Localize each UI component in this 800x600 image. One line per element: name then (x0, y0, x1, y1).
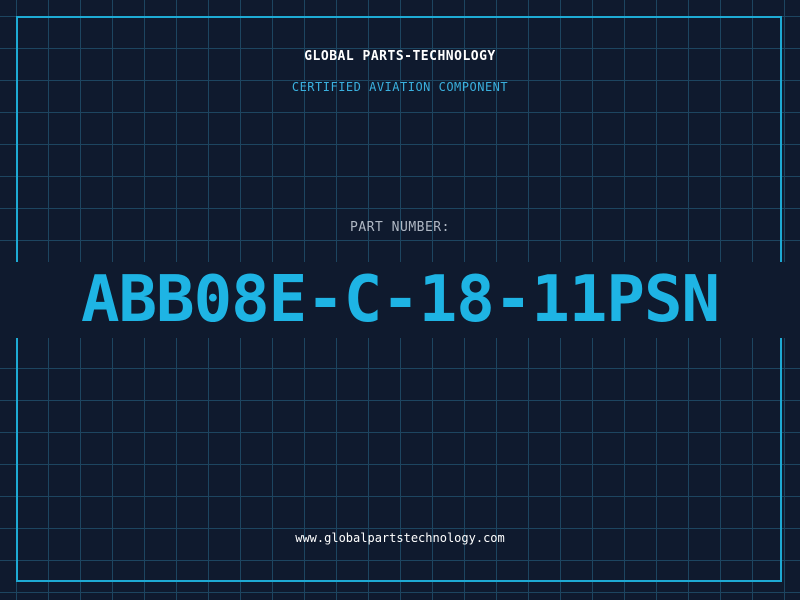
website-url: www.globalpartstechnology.com (295, 531, 505, 545)
certification-subtitle: CERTIFIED AVIATION COMPONENT (291, 80, 509, 94)
part-card: GLOBAL PARTS-TECHNOLOGY CERTIFIED AVIATI… (0, 0, 800, 600)
company-name: GLOBAL PARTS-TECHNOLOGY (304, 49, 496, 64)
part-number-label: PART NUMBER: (350, 220, 450, 235)
part-number-value: ABB08E-C-18-11PSN (80, 263, 720, 337)
